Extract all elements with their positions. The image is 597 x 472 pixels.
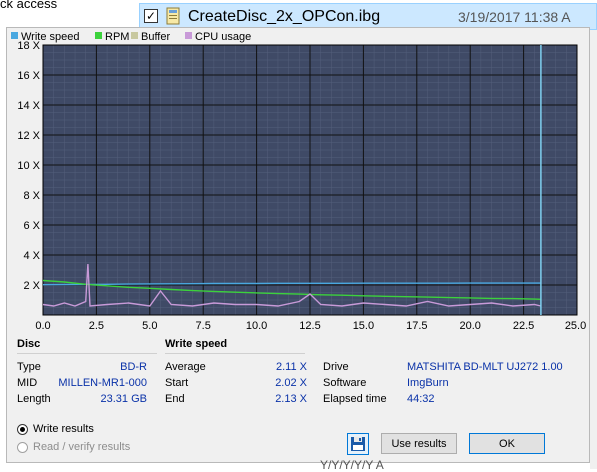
y-tick-label: 2 X: [23, 280, 40, 292]
legend-swatch: [131, 32, 138, 39]
write-results-radio[interactable]: [17, 423, 28, 435]
length-value: 23.31 GB: [100, 393, 147, 405]
file-icon: [166, 7, 180, 25]
write-results-option[interactable]: Write results: [17, 423, 94, 435]
x-tick-label: 0.0: [35, 320, 50, 332]
x-tick-label: 7.5: [196, 320, 211, 332]
save-button[interactable]: [347, 433, 369, 455]
drive-value: MATSHITA BD-MLT UJ272 1.00: [407, 361, 563, 373]
y-tick-label: 10 X: [17, 160, 40, 172]
software-label: Software: [323, 377, 367, 389]
x-tick-label: 5.0: [142, 320, 157, 332]
end-label: End: [165, 393, 185, 405]
legend-swatch: [95, 32, 102, 39]
legend-label: Write speed: [21, 31, 80, 43]
y-tick-label: 6 X: [23, 220, 40, 232]
y-tick-label: 14 X: [17, 100, 40, 112]
background-scroll-strip: [590, 30, 597, 469]
end-value: 2.13 X: [275, 393, 307, 405]
average-value: 2.11 X: [276, 361, 307, 373]
x-tick-label: 25.0 GB: [565, 320, 589, 332]
background-bottom-text: Y/Y/Y/Y/Y A: [320, 458, 384, 472]
write-speed-divider: [165, 353, 305, 354]
type-label: Type: [17, 361, 41, 373]
legend-label: Buffer: [141, 31, 170, 43]
legend-swatch: [11, 32, 18, 39]
elapsed-time-value: 44:32: [407, 393, 435, 405]
legend-swatch: [185, 32, 192, 39]
background-left-text: ck access: [0, 0, 58, 11]
y-tick-label: 16 X: [17, 70, 40, 82]
legend-label: CPU usage: [195, 31, 251, 43]
read-verify-results-label: Read / verify results: [33, 441, 131, 453]
ok-button[interactable]: OK: [469, 433, 545, 454]
use-results-button[interactable]: Use results: [381, 433, 457, 454]
elapsed-time-label: Elapsed time: [323, 393, 387, 405]
background-file-row[interactable]: ✓ CreateDisc_2x_OPCon.ibg 3/19/2017 11:3…: [139, 3, 597, 30]
start-label: Start: [165, 377, 189, 389]
disc-divider: [17, 353, 157, 354]
drive-label: Drive: [323, 361, 349, 373]
type-value: BD-R: [120, 361, 147, 373]
mid-value: MILLEN-MR1-000: [58, 377, 147, 389]
write-results-label: Write results: [33, 423, 94, 435]
mid-label: MID: [17, 377, 38, 389]
x-tick-label: 15.0: [353, 320, 374, 332]
legend-label: RPM: [105, 31, 129, 43]
file-row-checkbox[interactable]: ✓: [144, 9, 158, 23]
chart-area: 2 X4 X6 X8 X 10 X 12 X 14 X 16 X 18 X 0.0 2.5 5.…: [7, 28, 597, 334]
file-date: 3/19/2017 11:38 A: [458, 9, 571, 25]
y-tick-label: 4 X: [23, 250, 40, 262]
write-results-dialog: 2 X4 X6 X8 X 10 X 12 X 14 X 16 X 18 X 0.0 2.5 5.…: [6, 27, 597, 463]
write-speed-section-title: Write speed: [165, 338, 228, 350]
software-value: ImgBurn: [407, 377, 449, 389]
read-verify-results-option: Read / verify results: [17, 441, 130, 453]
average-label: Average: [165, 361, 206, 373]
disc-section-title: Disc: [17, 338, 41, 350]
file-name: CreateDisc_2x_OPCon.ibg: [188, 8, 381, 25]
x-tick-label: 20.0: [459, 320, 480, 332]
x-tick-label: 17.5: [406, 320, 427, 332]
x-tick-label: 10.0: [246, 320, 267, 332]
start-value: 2.02 X: [275, 377, 307, 389]
write-speed-chart: 2 X4 X6 X8 X10 X12 X14 X16 X18 X0.0 2.5 5.…: [11, 31, 597, 332]
length-label: Length: [17, 393, 51, 405]
x-tick-label: 22.5: [513, 320, 534, 332]
x-tick-label: 2.5: [89, 320, 104, 332]
y-tick-label: 12 X: [17, 130, 40, 142]
x-tick-label: 12.5: [299, 320, 320, 332]
y-tick-label: 8 X: [23, 190, 40, 202]
floppy-disk-icon: [351, 437, 365, 451]
read-verify-results-radio: [17, 441, 28, 453]
